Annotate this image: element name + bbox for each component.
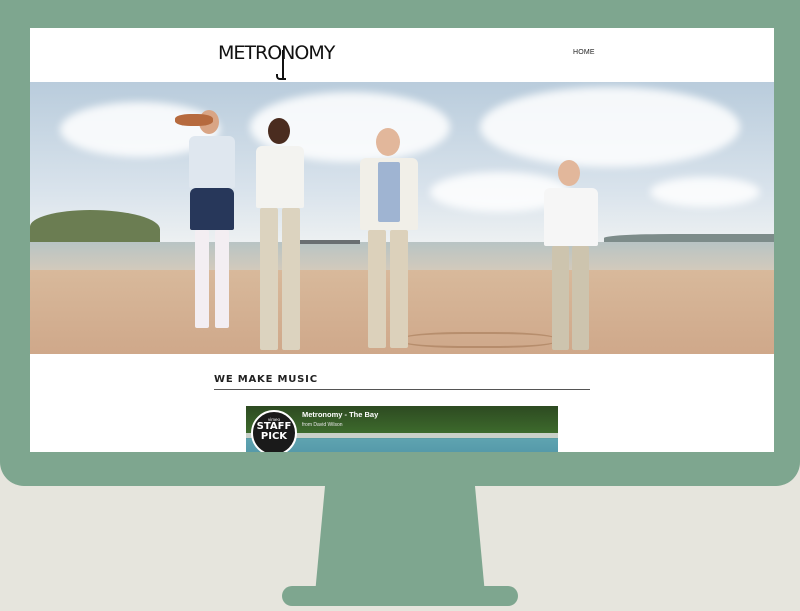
leg: [572, 246, 589, 350]
hair: [175, 114, 213, 126]
shirt: [544, 188, 598, 246]
video-embed[interactable]: vimeo STAFF PICK Metronomy - The Bay fro…: [246, 406, 558, 452]
leg: [368, 230, 386, 348]
leg: [260, 208, 278, 350]
head: [268, 118, 290, 144]
leg: [215, 230, 229, 328]
hero-band-photo: [30, 82, 774, 354]
band-member: [244, 118, 314, 354]
video-title-link[interactable]: Metronomy - The Bay: [302, 410, 378, 419]
monitor-screen: METRONOMY HOME WE MAKE MUSIC vimeo STAFF…: [30, 28, 774, 452]
site-header: METRONOMY HOME: [30, 28, 774, 82]
shirt: [189, 136, 235, 188]
band-member: [538, 160, 604, 354]
leg: [282, 208, 300, 350]
monitor-base: [282, 586, 518, 606]
band-member: [175, 106, 245, 354]
leg: [390, 230, 408, 348]
mockup-stage: METRONOMY HOME WE MAKE MUSIC vimeo STAFF…: [0, 0, 800, 611]
badge-pick-label: PICK: [260, 431, 288, 442]
site-logo[interactable]: METRONOMY: [218, 44, 335, 82]
nav-home-link[interactable]: HOME: [573, 49, 595, 56]
cloud: [480, 87, 740, 167]
shorts: [190, 188, 234, 230]
logo-text: METRONOMY: [218, 42, 335, 64]
band-member: [352, 128, 424, 354]
vimeo-staff-pick-badge: vimeo STAFF PICK: [251, 410, 297, 452]
sand-drawing: [402, 332, 556, 348]
leg: [195, 230, 209, 328]
shirt: [378, 162, 400, 222]
logo-flourish-hook: [276, 74, 286, 80]
leg: [552, 246, 569, 350]
monitor-stand: [315, 484, 485, 594]
cloud: [650, 177, 760, 207]
heading-divider: [214, 389, 590, 390]
shirt: [256, 146, 304, 208]
video-byline[interactable]: from David Wilson: [302, 422, 343, 428]
head: [558, 160, 580, 186]
coast-hill: [30, 210, 160, 246]
section-heading: WE MAKE MUSIC: [214, 374, 318, 385]
head: [376, 128, 400, 156]
